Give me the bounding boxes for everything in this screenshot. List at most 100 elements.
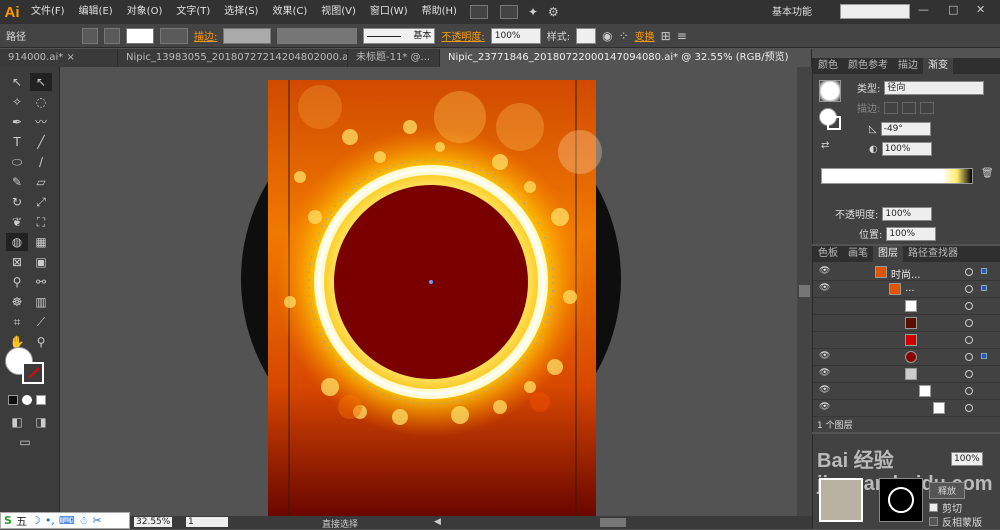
eye-icon[interactable]: 👁: [819, 283, 830, 293]
eraser-tool-icon[interactable]: ▱: [30, 173, 52, 191]
eye-icon[interactable]: 👁: [819, 368, 830, 378]
direct-selection-tool-icon[interactable]: ↖: [30, 73, 52, 91]
sublayer-name[interactable]: ...: [905, 283, 915, 294]
invert-checkbox[interactable]: [929, 517, 938, 526]
mask-thumbnail[interactable]: [879, 478, 923, 522]
gradient-opacity-field[interactable]: 100%: [882, 206, 933, 221]
none-mode-icon[interactable]: [36, 395, 46, 405]
recolor-icon[interactable]: ◉: [602, 29, 612, 43]
perspective-grid-icon[interactable]: ▦: [30, 233, 52, 251]
eyedropper-icon[interactable]: ⚲: [6, 273, 28, 291]
ellipse-tool-icon[interactable]: ⬭: [6, 153, 28, 171]
tab-doc-active[interactable]: Nipic_23771846_20180722000147094080.ai* …: [440, 49, 812, 67]
menu-edit[interactable]: 编辑(E): [72, 0, 120, 24]
layer-row-item[interactable]: [813, 315, 1000, 332]
menu-window[interactable]: 窗口(W): [363, 0, 415, 24]
menu-select[interactable]: 选择(S): [217, 0, 265, 24]
arrange-documents-icon[interactable]: [499, 5, 518, 19]
mesh-tool-icon[interactable]: ⊠: [6, 253, 28, 271]
target-icon[interactable]: [965, 336, 973, 344]
target-icon[interactable]: [965, 387, 973, 395]
panel-menu-icon[interactable]: ≡: [677, 29, 687, 43]
convert-anchor-icon[interactable]: [104, 27, 120, 44]
layer-row-item[interactable]: [813, 298, 1000, 315]
selection-tool-icon[interactable]: ↖: [6, 73, 28, 91]
tab-doc-1[interactable]: 914000.ai* ×: [0, 49, 118, 67]
gradient-slider[interactable]: [821, 168, 973, 184]
symbol-sprayer-icon[interactable]: ☸: [6, 293, 28, 311]
anchor-icon[interactable]: [82, 27, 98, 44]
ime-mode-label[interactable]: 五: [16, 513, 27, 529]
gradient-preview-swatch[interactable]: [819, 80, 841, 102]
eye-icon[interactable]: 👁: [819, 266, 830, 276]
opacity-field[interactable]: 100%: [490, 27, 541, 44]
tab-brushes[interactable]: 画笔: [843, 246, 873, 262]
stroke-swatch[interactable]: [160, 27, 188, 44]
type-select[interactable]: 径向: [884, 80, 985, 95]
eye-icon[interactable]: 👁: [819, 351, 830, 361]
tab-layers[interactable]: 图层: [873, 246, 903, 262]
brush-definition-field[interactable]: 基本: [363, 27, 436, 44]
ime-moon-icon[interactable]: ☽: [31, 514, 41, 527]
search-input[interactable]: [840, 4, 910, 19]
screen-mode-icon[interactable]: ▭: [14, 433, 36, 451]
target-icon[interactable]: [965, 404, 973, 412]
star-icon[interactable]: ✦: [528, 5, 538, 19]
maximize-button[interactable]: □: [948, 3, 958, 16]
bridge-icon[interactable]: [469, 5, 488, 19]
ime-keyboard-icon[interactable]: ⌨: [59, 514, 75, 527]
target-icon[interactable]: [965, 302, 973, 310]
transform-label[interactable]: 变换: [635, 28, 655, 43]
scroll-thumb[interactable]: [799, 285, 810, 297]
tab-doc-3[interactable]: 未标题-11* @...: [348, 49, 440, 67]
target-icon[interactable]: [965, 319, 973, 327]
isolate-icon[interactable]: ⊞: [661, 29, 671, 43]
line-tool-icon[interactable]: ╱: [30, 133, 52, 151]
gradient-tool-icon[interactable]: ▣: [30, 253, 52, 271]
ime-logo-icon[interactable]: S: [4, 514, 12, 527]
curvature-icon[interactable]: 〰: [30, 113, 52, 131]
angle-field[interactable]: -49°: [880, 122, 931, 136]
gradient-position-field[interactable]: 100%: [886, 226, 937, 241]
ime-punct-icon[interactable]: •,: [45, 514, 55, 527]
ime-skin-icon[interactable]: ☃: [79, 514, 89, 527]
tab-doc-2[interactable]: Nipic_13983055_20180727214204802000.ai* …: [118, 49, 348, 67]
ime-toolbar[interactable]: S 五 ☽ •, ⌨ ☃ ✂: [0, 512, 130, 529]
shape-builder-icon[interactable]: ◍: [6, 233, 28, 251]
fill-swatch[interactable]: [126, 27, 154, 44]
aspect-ratio-field[interactable]: 100%: [881, 142, 932, 156]
warp-tool-icon[interactable]: ❦: [6, 213, 28, 231]
type-tool-icon[interactable]: T: [6, 133, 28, 151]
reverse-gradient-icon[interactable]: ⇄: [821, 140, 829, 151]
stroke-label[interactable]: 描边:: [194, 28, 217, 43]
stroke-color-swatch[interactable]: [22, 362, 44, 384]
rotate-tool-icon[interactable]: ↻: [6, 193, 28, 211]
tab-color-guide[interactable]: 颜色参考: [843, 58, 893, 74]
menu-view[interactable]: 视图(V): [314, 0, 363, 24]
layer-row-sublayer[interactable]: 👁 ...: [813, 281, 1000, 298]
layer-row-item[interactable]: [813, 332, 1000, 349]
align-icon[interactable]: ⁘: [619, 29, 629, 43]
layer-name[interactable]: 时尚...: [891, 266, 921, 281]
target-icon[interactable]: [965, 285, 973, 293]
pencil-tool-icon[interactable]: ✎: [6, 173, 28, 191]
style-swatch[interactable]: [576, 27, 597, 44]
eye-icon[interactable]: 👁: [819, 402, 830, 412]
eye-icon[interactable]: 👁: [819, 385, 830, 395]
layer-row-item[interactable]: 👁: [813, 366, 1000, 383]
sync-icon[interactable]: ⚙: [548, 5, 559, 19]
draw-mode-icon[interactable]: ◧: [6, 413, 28, 431]
release-button[interactable]: 释放: [929, 482, 966, 499]
target-icon[interactable]: [965, 268, 973, 276]
target-icon[interactable]: [965, 370, 973, 378]
tab-swatches[interactable]: 色板: [813, 246, 843, 262]
draw-behind-icon[interactable]: ◨: [30, 413, 52, 431]
ime-tools-icon[interactable]: ✂: [93, 514, 102, 527]
blend-tool-icon[interactable]: ⚯: [30, 273, 52, 291]
menu-effect[interactable]: 效果(C): [265, 0, 314, 24]
close-button[interactable]: ✕: [976, 3, 985, 16]
page-field[interactable]: 1: [186, 517, 228, 527]
workspace-switcher[interactable]: 基本功能: [772, 3, 812, 18]
tab-color[interactable]: 颜色: [813, 58, 843, 74]
tab-pathfinder[interactable]: 路径查找器: [903, 246, 963, 262]
